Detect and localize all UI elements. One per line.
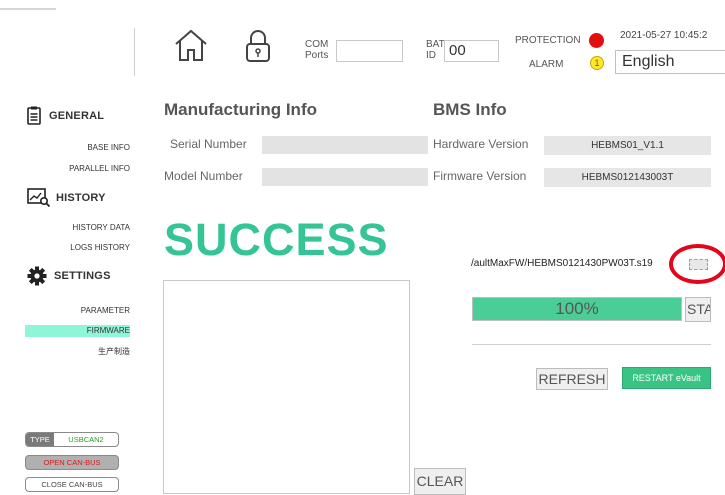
home-icon	[175, 29, 207, 61]
settings-section-title: SETTINGS	[54, 270, 111, 282]
sidebar-item-logs-history[interactable]: LOGS HISTORY	[30, 243, 130, 252]
home-button[interactable]	[171, 26, 211, 64]
bms-info-title: BMS Info	[433, 100, 507, 119]
serial-number-field	[262, 136, 428, 154]
com-ports-label: COM Ports	[305, 39, 329, 61]
sidebar-item-firmware[interactable]: FIRMWARE	[25, 325, 130, 337]
hardware-version-field: HEBMS01_V1.1	[544, 136, 711, 155]
model-number-label: Model Number	[164, 169, 243, 183]
manufacturing-info-title: Manufacturing Info	[164, 100, 317, 119]
sidebar-item-parallel-info[interactable]: PARALLEL INFO	[30, 164, 130, 173]
datetime-display: 2021-05-27 10:45:2	[620, 30, 708, 41]
hardware-version-label: Hardware Version	[433, 137, 529, 151]
firmware-version-label: Firmware Version	[433, 169, 527, 183]
alarm-label: ALARM	[529, 59, 564, 70]
restart-evault-button[interactable]: RESTART eVault	[622, 367, 711, 389]
general-section-title: GENERAL	[49, 109, 105, 122]
open-can-bus-button[interactable]: OPEN CAN-BUS	[25, 455, 119, 470]
top-tab	[0, 8, 56, 10]
general-section-header: GENERAL	[27, 106, 104, 125]
clear-button[interactable]: CLEAR	[414, 468, 466, 495]
alarm-indicator: 1	[590, 56, 604, 70]
bat-id-field[interactable]: 00	[444, 40, 499, 62]
history-section-header: HISTORY	[27, 188, 106, 207]
bat-id-label: BAT ID	[426, 39, 445, 61]
update-status-text: SUCCESS	[164, 214, 389, 265]
type-selector[interactable]: TYPE USBCAN2	[25, 432, 119, 447]
model-number-field	[262, 168, 428, 186]
start-button[interactable]: START	[685, 297, 711, 322]
language-select[interactable]: English	[615, 50, 725, 74]
header-separator	[134, 28, 135, 76]
settings-section-header: SETTINGS	[27, 266, 111, 286]
sidebar-item-base-info[interactable]: BASE INFO	[30, 143, 130, 152]
progress-text: 100%	[555, 299, 599, 318]
sidebar-item-history-data[interactable]: HISTORY DATA	[30, 223, 131, 232]
serial-number-label: Serial Number	[170, 137, 247, 151]
protection-label: PROTECTION	[515, 35, 581, 46]
sidebar-item-parameter[interactable]: PARAMETER	[30, 306, 130, 315]
close-can-bus-button[interactable]: CLOSE CAN-BUS	[25, 477, 119, 492]
highlight-circle	[669, 244, 725, 284]
firmware-version-field: HEBMS012143003T	[544, 168, 711, 187]
refresh-button[interactable]: REFRESH	[536, 368, 608, 390]
type-label: TYPE	[26, 433, 54, 446]
sidebar-item-manufacturing[interactable]: 生产制造	[30, 346, 130, 357]
lock-icon	[246, 30, 270, 62]
com-ports-field[interactable]	[336, 40, 403, 62]
section-divider	[472, 344, 711, 345]
history-section-title: HISTORY	[56, 191, 106, 204]
gear-icon	[27, 266, 47, 286]
type-value: USBCAN2	[68, 435, 104, 444]
history-chart-icon	[27, 188, 51, 207]
log-output-area[interactable]	[163, 280, 410, 494]
firmware-file-path: /aultMaxFW/HEBMS0121430PW03T.s19	[471, 258, 653, 269]
clipboard-icon	[27, 106, 41, 125]
protection-indicator	[589, 33, 604, 48]
progress-track: 100%	[472, 297, 682, 321]
lock-button[interactable]	[240, 26, 276, 66]
